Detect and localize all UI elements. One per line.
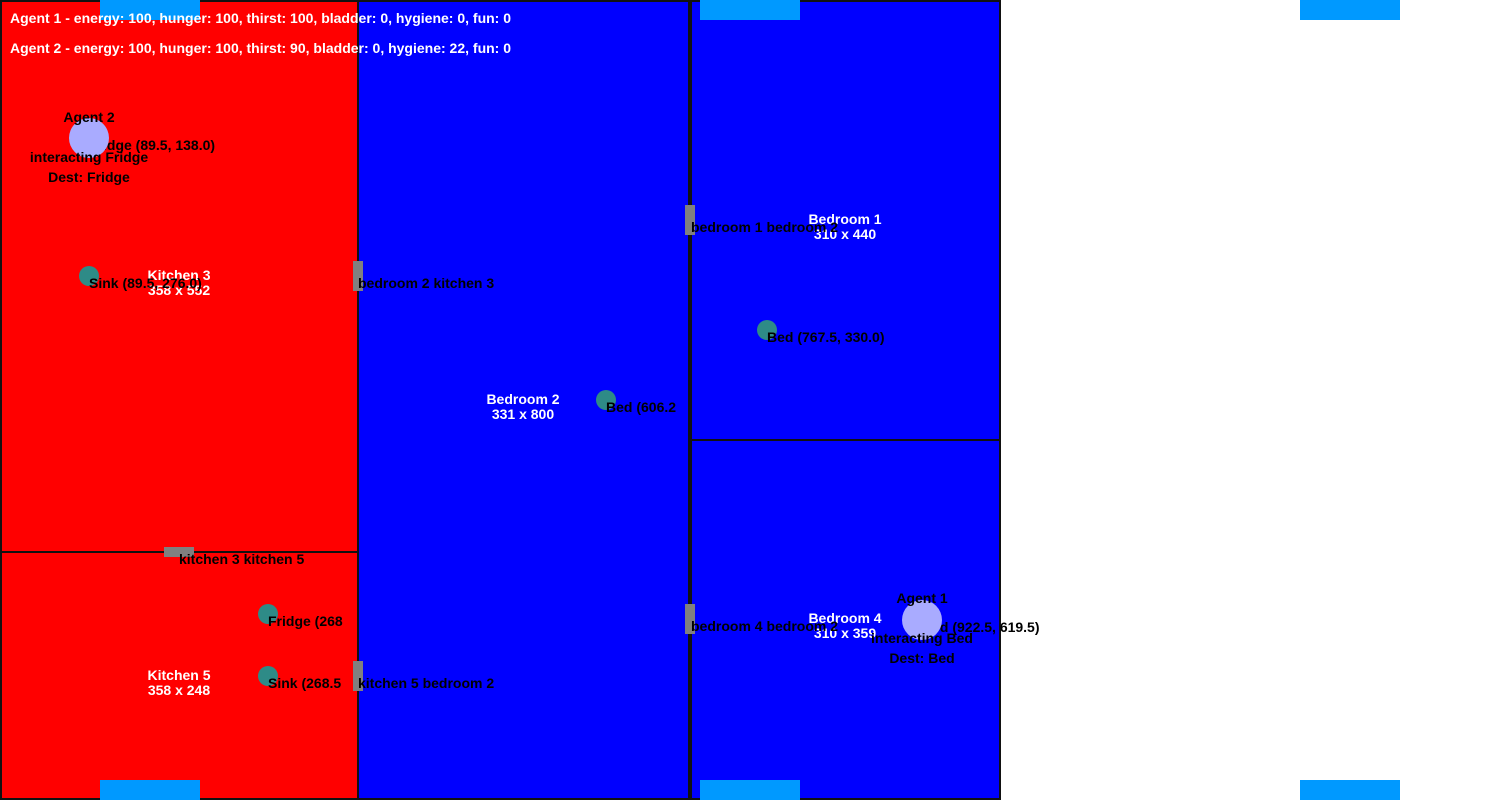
agent-2-name: Agent 2 bbox=[63, 109, 115, 125]
kitchen-5-name: Kitchen 5 bbox=[147, 667, 211, 683]
spawn-pad-top-3 bbox=[1300, 0, 1400, 20]
spawn-pad-top-2 bbox=[700, 0, 800, 20]
spawn-pad-bottom-1 bbox=[100, 780, 200, 800]
agent-1-activity: interacting Bed bbox=[871, 630, 973, 646]
sink-kitchen-5-label: Sink (268.5 bbox=[268, 676, 342, 691]
bed-bedroom-2-label-clip: Bed (606.2 bbox=[606, 400, 688, 418]
door-label-kitchen-5-bedroom-2: kitchen 5 bedroom 2 bbox=[358, 675, 495, 691]
spawn-pad-bottom-2 bbox=[700, 780, 800, 800]
fridge-kitchen-5-label-clip: Fridge (268 bbox=[268, 614, 356, 632]
door-label-bedroom-4-bedroom-2-clip: bedroom 4 bedroom 2 bbox=[691, 619, 846, 637]
bed-bedroom-1-label: Bed (767.5, 330.0) bbox=[767, 329, 885, 345]
fridge-kitchen-5-label: Fridge (268 bbox=[268, 614, 343, 629]
door-label-bedroom-2-kitchen-3: bedroom 2 kitchen 3 bbox=[358, 275, 495, 291]
agent-2-status-line: Agent 2 - energy: 100, hunger: 100, thir… bbox=[10, 40, 512, 56]
agent-1-name: Agent 1 bbox=[896, 590, 948, 606]
bedroom-2-name: Bedroom 2 bbox=[486, 391, 560, 407]
bedroom-2-label: Bedroom 2 331 x 800 bbox=[486, 392, 559, 422]
kitchen-5-size: 358 x 248 bbox=[147, 682, 211, 698]
spawn-pad-bottom-3 bbox=[1300, 780, 1400, 800]
agent-1-status-line: Agent 1 - energy: 100, hunger: 100, thir… bbox=[10, 10, 512, 26]
agent-2-activity: interacting Fridge bbox=[29, 149, 149, 165]
bedroom-2-size: 331 x 800 bbox=[491, 406, 555, 422]
bed-bedroom-2-label: Bed (606.2 bbox=[606, 400, 677, 415]
door-label-bedroom-1-bedroom-2: bedroom 1 bedroom 2 bbox=[691, 219, 839, 235]
sink-kitchen-5-label-clip: Sink (268.5 bbox=[268, 676, 354, 694]
sink-kitchen-3-label: Sink (89.5, 276.0) bbox=[89, 275, 202, 291]
agent-1-destination: Dest: Bed bbox=[889, 650, 955, 666]
kitchen-5-label: Kitchen 5 358 x 248 bbox=[147, 668, 210, 698]
door-label-bedroom-4-bedroom-2: bedroom 4 bedroom 2 bbox=[691, 619, 839, 634]
agent-2-destination: Dest: Fridge bbox=[48, 169, 130, 185]
door-label-kitchen-3-kitchen-5: kitchen 3 kitchen 5 bbox=[179, 551, 305, 567]
